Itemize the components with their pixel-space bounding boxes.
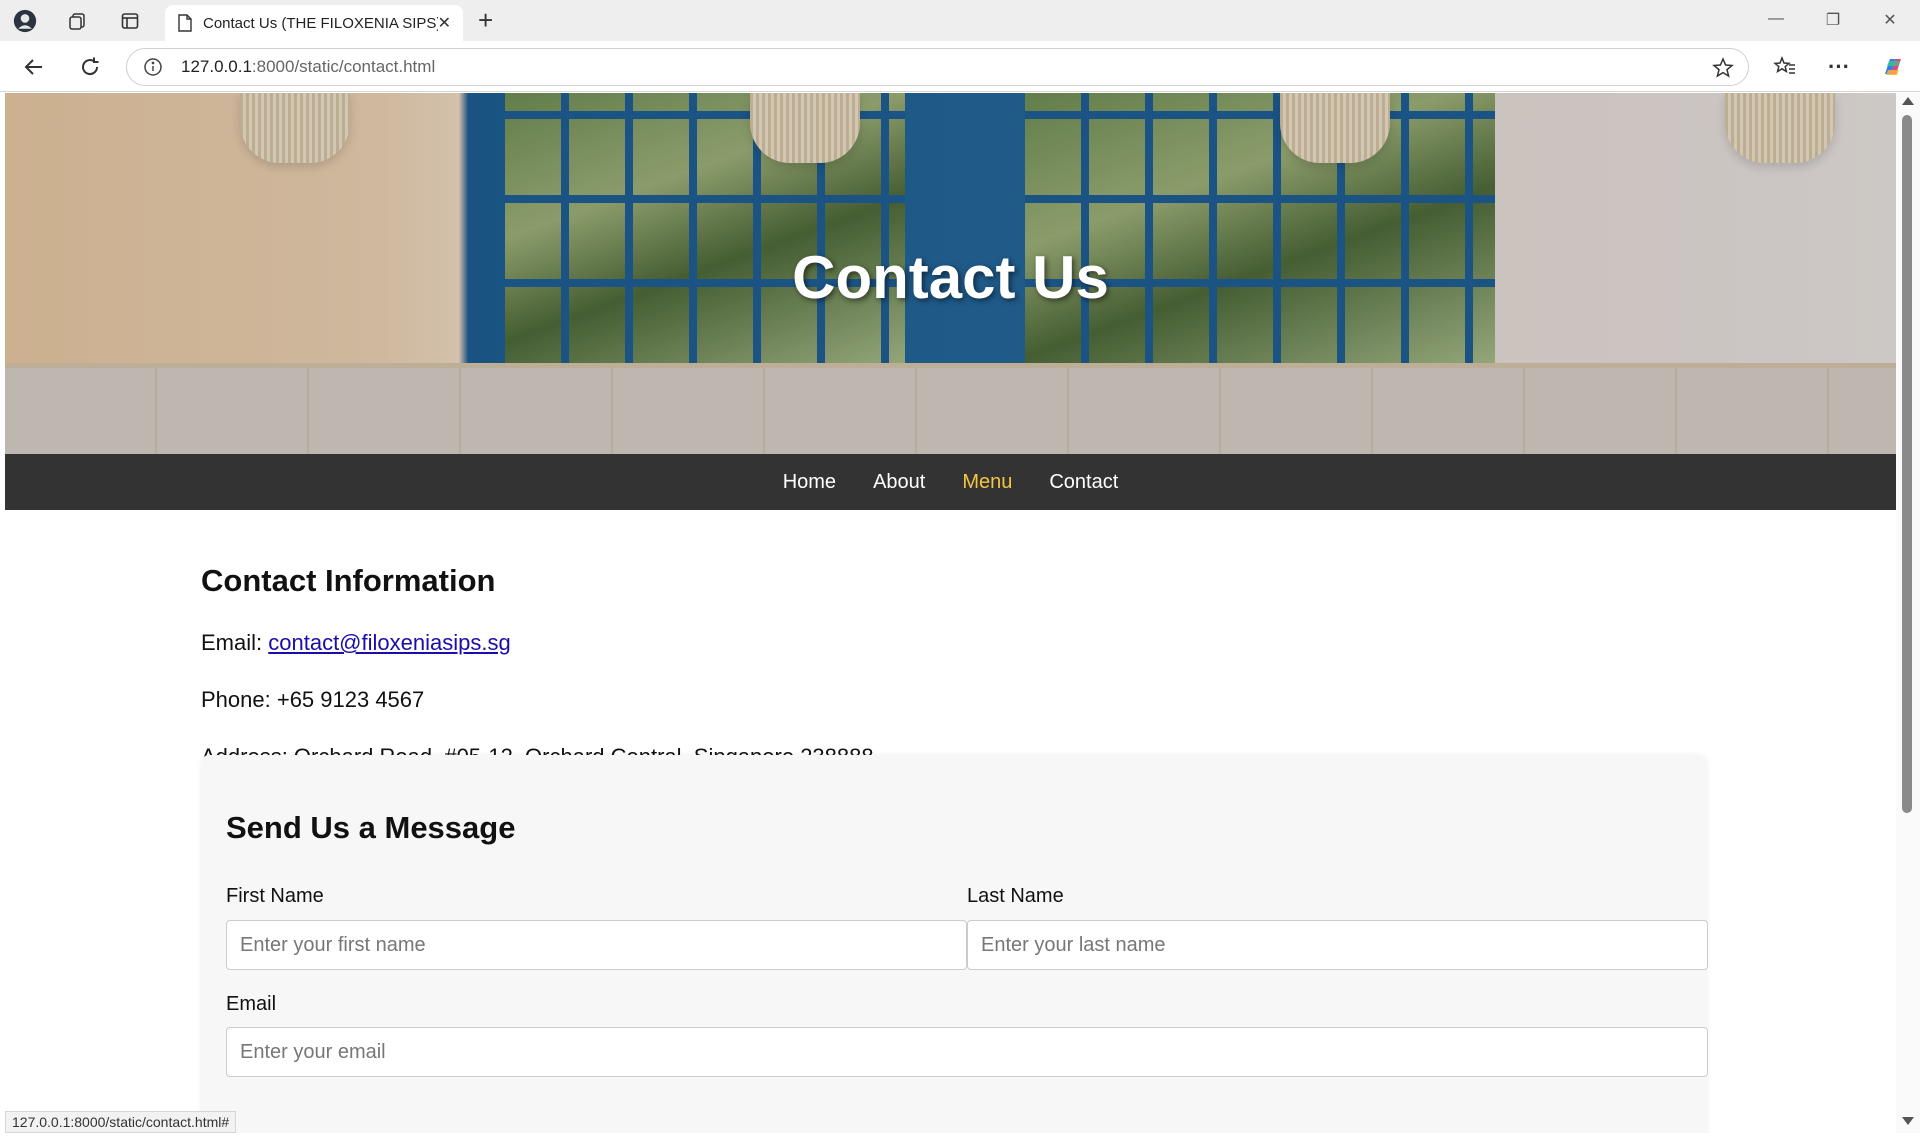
form-heading: Send Us a Message	[226, 810, 516, 845]
favorite-star-icon[interactable]	[1712, 57, 1734, 84]
address-toolbar: 127.0.0.1:8000/static/contact.html ···	[0, 41, 1920, 92]
url-host: 127.0.0.1	[181, 57, 252, 76]
close-tab-icon[interactable]: ✕	[438, 13, 451, 33]
email-link[interactable]: contact@filoxeniasips.sg	[268, 630, 510, 655]
page-viewport: Contact Us Home About Menu Contact Conta…	[5, 93, 1896, 1133]
nav-link-contact[interactable]: Contact	[1049, 471, 1118, 494]
address-bar[interactable]: 127.0.0.1:8000/static/contact.html	[126, 48, 1749, 86]
url-path: :8000/static/contact.html	[251, 57, 436, 76]
last-name-label: Last Name	[967, 885, 1064, 907]
close-window-icon[interactable]: ✕	[1880, 10, 1900, 30]
favorites-icon[interactable]	[1772, 54, 1798, 80]
email-label: Email:	[201, 630, 263, 655]
first-name-label: First Name	[226, 885, 324, 907]
page-scrollbar[interactable]	[1896, 93, 1920, 1133]
site-navigation: Home About Menu Contact	[5, 454, 1896, 510]
email-field-label: Email	[226, 993, 277, 1015]
url-text: 127.0.0.1:8000/static/contact.html	[181, 57, 435, 77]
phone-line: Phone: +65 9123 4567	[201, 687, 425, 712]
contact-info-heading: Contact Information	[201, 563, 496, 598]
nav-link-menu[interactable]: Menu	[962, 471, 1012, 494]
first-name-input[interactable]	[226, 920, 967, 970]
new-tab-button[interactable]: +	[478, 7, 493, 33]
more-options-icon[interactable]: ···	[1826, 54, 1852, 80]
email-line: Email: contact@filoxeniasips.sg	[201, 630, 511, 656]
scroll-up-arrow-icon[interactable]	[1902, 97, 1914, 105]
page-icon	[178, 14, 192, 32]
message-form: Send Us a Message First Name Last Name E…	[201, 755, 1708, 1133]
browser-tab-bar: Contact Us (THE FILOXENIA SIPS) ✕ + — ❐ …	[0, 0, 1920, 41]
tab-contact-us[interactable]: Contact Us (THE FILOXENIA SIPS) ✕	[165, 5, 463, 41]
nav-link-home[interactable]: Home	[783, 471, 836, 494]
tab-title: Contact Us (THE FILOXENIA SIPS)	[203, 14, 438, 32]
copilot-icon[interactable]	[1880, 54, 1906, 80]
scroll-thumb[interactable]	[1902, 115, 1912, 813]
site-info-icon[interactable]	[143, 57, 163, 77]
restore-icon[interactable]: ❐	[1823, 10, 1843, 30]
tab-actions-icon[interactable]	[118, 9, 142, 33]
email-field[interactable]	[226, 1027, 1708, 1077]
hero-title: Contact Us	[792, 244, 1109, 311]
last-name-input[interactable]	[967, 920, 1708, 970]
profile-avatar-icon[interactable]	[13, 9, 37, 33]
nav-link-about[interactable]: About	[873, 471, 925, 494]
reload-icon[interactable]	[77, 54, 103, 80]
back-icon[interactable]	[21, 54, 47, 80]
minimize-icon[interactable]: —	[1766, 10, 1786, 30]
collections-icon[interactable]	[65, 9, 89, 33]
link-status-bar: 127.0.0.1:8000/static/contact.html#	[5, 1111, 237, 1133]
hero-banner: Contact Us	[5, 93, 1896, 454]
scroll-down-arrow-icon[interactable]	[1902, 1117, 1914, 1125]
